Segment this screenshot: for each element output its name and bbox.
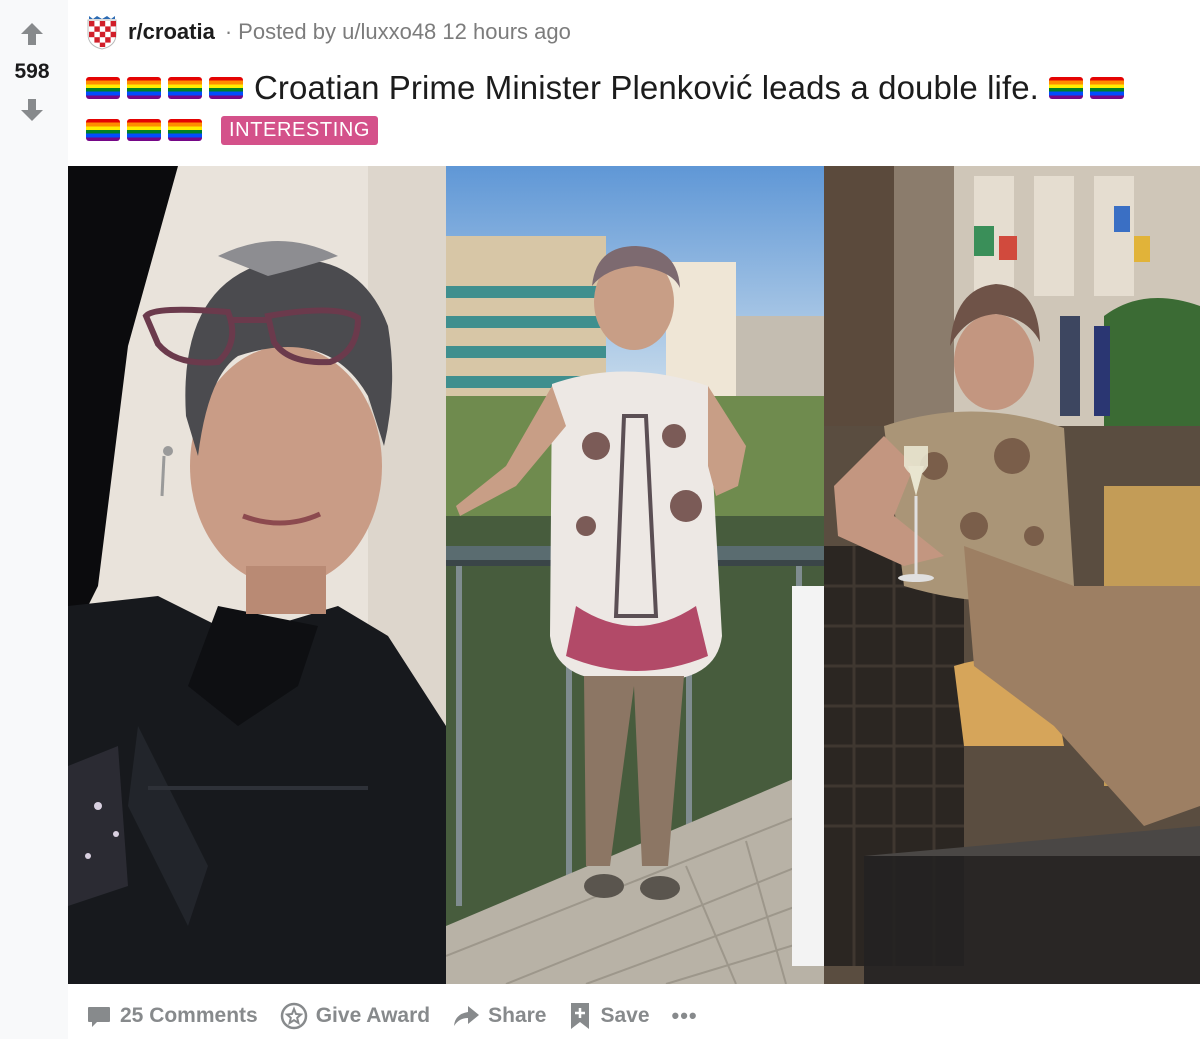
rainbow-flag-icon	[86, 119, 120, 141]
post-title-row-2: INTERESTING	[86, 112, 379, 148]
rainbow-flag-icon	[127, 119, 161, 141]
post-title[interactable]: Croatian Prime Minister Plenković leads …	[254, 69, 1039, 107]
save-button[interactable]: Save	[568, 1001, 650, 1031]
bookmark-plus-icon	[571, 1003, 590, 1029]
posted-by-link[interactable]: Posted by u/luxxo48	[238, 19, 436, 44]
balcony-photo-illustration	[446, 166, 824, 984]
post-header: r/croatia · Posted by u/luxxo48 12 hours …	[86, 14, 571, 50]
rainbow-flag-icon	[1048, 77, 1083, 99]
award-star-icon	[280, 1002, 307, 1030]
vote-score: 598	[14, 60, 50, 83]
share-arrow-icon	[454, 1006, 480, 1026]
subreddit-link[interactable]: r/croatia	[128, 19, 215, 45]
photo-panel-portrait	[68, 166, 446, 984]
more-options-button[interactable]: •••	[672, 1003, 698, 1029]
rainbow-flag-icon	[1089, 77, 1124, 99]
vote-rail: 598	[0, 0, 68, 1039]
croatia-coat-of-arms-icon[interactable]	[86, 14, 118, 50]
rainbow-flag-icon	[168, 77, 202, 99]
arrow-up-icon	[21, 23, 43, 45]
lounge-photo-illustration	[824, 166, 1200, 984]
upvote-button[interactable]	[18, 20, 46, 48]
meta-separator: ·	[224, 19, 233, 44]
share-button[interactable]: Share	[452, 1003, 546, 1029]
share-label: Share	[488, 1004, 547, 1027]
arrow-down-icon	[21, 99, 43, 121]
post-meta: · Posted by u/luxxo48 12 hours ago	[225, 19, 571, 45]
comments-button[interactable]: 25 Comments	[86, 1003, 258, 1029]
post-image[interactable]	[68, 166, 1200, 984]
photo-panel-balcony	[446, 166, 824, 984]
give-award-label: Give Award	[315, 1004, 431, 1027]
rainbow-flag-icon	[209, 77, 243, 99]
comments-label: 25 Comments	[120, 1004, 258, 1027]
downvote-button[interactable]	[18, 96, 46, 124]
comment-bubble-icon	[88, 1007, 110, 1027]
give-award-button[interactable]: Give Award	[280, 1002, 430, 1030]
post-action-bar: 25 Comments Give Award Share Save •••	[86, 996, 698, 1036]
post-title-row[interactable]: Croatian Prime Minister Plenković leads …	[86, 66, 1131, 110]
post-flair[interactable]: INTERESTING	[221, 115, 379, 145]
portrait-photo-illustration	[68, 166, 446, 984]
photo-panel-lounge	[824, 166, 1200, 984]
rainbow-flag-icon	[86, 77, 120, 99]
save-label: Save	[600, 1004, 650, 1027]
post-time: 12 hours ago	[442, 19, 571, 44]
rainbow-flag-icon	[168, 119, 202, 141]
rainbow-flag-icon	[127, 77, 161, 99]
